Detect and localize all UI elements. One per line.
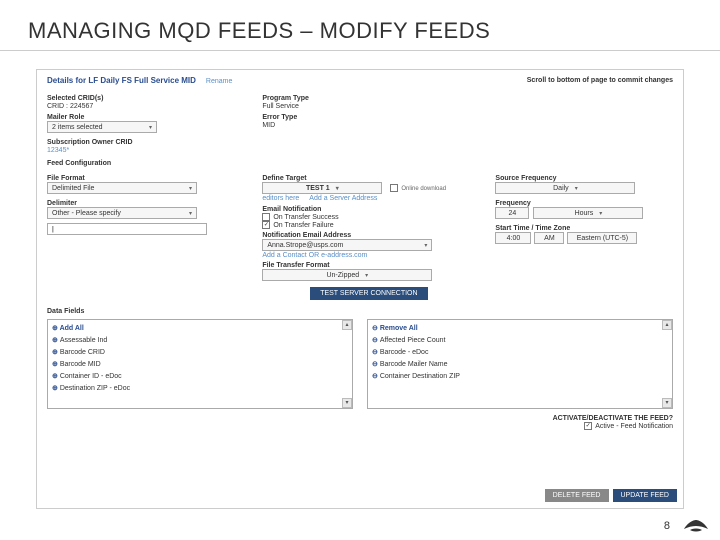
delimiter-label: Delimiter: [47, 200, 242, 207]
add-all-label: Add All: [60, 325, 84, 332]
list-item[interactable]: Barcode CRID: [52, 346, 348, 358]
activate-label: Active - Feed Notification: [595, 423, 673, 430]
file-transfer-format-dropdown[interactable]: Un-Zipped ▾: [262, 269, 432, 281]
source-freq-dropdown[interactable]: Daily ▾: [495, 182, 635, 194]
frequency-label: Frequency: [495, 200, 673, 207]
ampm-dropdown[interactable]: AM: [534, 232, 564, 244]
crid-value: CRID : 224567: [47, 103, 242, 110]
file-format-label: File Format: [47, 175, 242, 182]
ftf-value: Un-Zipped: [326, 272, 359, 279]
on-failure-checkbox[interactable]: ✓: [262, 221, 270, 229]
source-freq-value: Daily: [553, 185, 569, 192]
list-item[interactable]: Barcode - eDoc: [372, 346, 668, 358]
add-contact-link[interactable]: Add a Contact OR e-address.com: [262, 252, 475, 259]
slide-title: MANAGING MQD FEEDS – MODIFY FEEDS: [0, 0, 720, 51]
timezone-dropdown[interactable]: Eastern (UTC-5): [567, 232, 637, 244]
start-hour-value: 4:00: [507, 235, 521, 242]
list-item[interactable]: Container Destination ZIP: [372, 370, 668, 382]
scroll-up-icon[interactable]: ▴: [342, 320, 352, 330]
on-success-checkbox[interactable]: [262, 213, 270, 221]
program-type-value: Full Service: [262, 103, 457, 110]
panel-title: Details for LF Daily FS Full Service MID: [47, 76, 196, 85]
rename-link[interactable]: Rename: [206, 78, 232, 85]
frequency-unit-dropdown[interactable]: Hours ▾: [533, 207, 643, 219]
timezone-value: Eastern (UTC-5): [577, 235, 628, 242]
page-number: 8: [664, 520, 670, 532]
scroll-down-icon[interactable]: ▾: [662, 398, 672, 408]
target-value: TEST 1: [306, 185, 330, 192]
file-format-dropdown[interactable]: Delimited File ▾: [47, 182, 197, 194]
define-target-label: Define Target: [262, 175, 475, 182]
frequency-num-dropdown[interactable]: 24: [495, 207, 529, 219]
email-notif-label: Email Notification: [262, 206, 475, 213]
activate-question: ACTIVATE/DEACTIVATE THE FEED?: [47, 415, 673, 422]
chevron-down-icon: ▾: [599, 210, 602, 217]
chevron-down-icon: ▾: [149, 124, 152, 131]
frequency-unit-value: Hours: [575, 210, 594, 217]
source-freq-label: Source Frequency: [495, 175, 673, 182]
scroll-down-icon[interactable]: ▾: [342, 398, 352, 408]
list-item[interactable]: Assessable Ind: [52, 334, 348, 346]
start-hour-dropdown[interactable]: 4:00: [495, 232, 531, 244]
sub-owner-label: Subscription Owner CRID: [47, 139, 242, 146]
delimiter-dropdown[interactable]: Other - Please specify ▾: [47, 207, 197, 219]
target-dropdown[interactable]: TEST 1 ▾: [262, 182, 382, 194]
frequency-num-value: 24: [509, 210, 517, 217]
test-connection-button[interactable]: TEST SERVER CONNECTION: [310, 287, 427, 300]
selected-crid-label: Selected CRID(s): [47, 95, 242, 102]
activate-checkbox[interactable]: ✓: [584, 422, 592, 430]
chevron-down-icon: ▾: [575, 185, 578, 192]
online-download-label: Online download: [401, 186, 446, 192]
selected-fields-list: ▴ ▾ ⊖ Remove All Affected Piece Count Ba…: [367, 319, 673, 409]
online-download-checkbox[interactable]: [390, 184, 398, 192]
eagle-logo-icon: [682, 516, 710, 536]
feed-config-heading: Feed Configuration: [47, 160, 673, 167]
scroll-note: Scroll to bottom of page to commit chang…: [527, 77, 673, 84]
error-type-value: MID: [262, 122, 457, 129]
delete-feed-button[interactable]: DELETE FEED: [545, 489, 609, 502]
program-type-label: Program Type: [262, 95, 457, 102]
list-item[interactable]: Destination ZIP - eDoc: [52, 382, 348, 394]
scroll-up-icon[interactable]: ▴: [662, 320, 672, 330]
mailer-role-value: 2 items selected: [52, 124, 103, 131]
update-feed-button[interactable]: UPDATE FEED: [613, 489, 678, 502]
on-success-label: On Transfer Success: [273, 214, 338, 221]
edit-target-link[interactable]: editors here: [262, 195, 299, 202]
file-format-value: Delimited File: [52, 185, 94, 192]
chevron-down-icon: ▾: [365, 272, 368, 279]
list-item[interactable]: Barcode Mailer Name: [372, 358, 668, 370]
available-fields-list: ▴ ▾ ⊕ Add All Assessable Ind Barcode CRI…: [47, 319, 353, 409]
chevron-down-icon: ▾: [189, 210, 192, 217]
list-item[interactable]: Affected Piece Count: [372, 334, 668, 346]
list-item[interactable]: Container ID - eDoc: [52, 370, 348, 382]
on-failure-label: On Transfer Failure: [273, 222, 333, 229]
file-transfer-format-label: File Transfer Format: [262, 262, 475, 269]
remove-all-label: Remove All: [380, 325, 418, 332]
mailer-role-dropdown[interactable]: 2 items selected ▾: [47, 121, 157, 133]
add-server-link[interactable]: Add a Server Address: [309, 195, 377, 202]
delimiter-input[interactable]: [47, 223, 207, 235]
notif-addr-value: Anna.Strope@usps.com: [267, 242, 343, 249]
start-time-label: Start Time / Time Zone: [495, 225, 673, 232]
ampm-value: AM: [544, 235, 555, 242]
chevron-down-icon: ▾: [189, 185, 192, 192]
notif-addr-dropdown[interactable]: Anna.Strope@usps.com ▾: [262, 239, 432, 251]
delimiter-dd-value: Other - Please specify: [52, 210, 121, 217]
sub-owner-value[interactable]: 12345*: [47, 147, 242, 154]
remove-all-link[interactable]: ⊖ Remove All: [372, 322, 668, 334]
chevron-down-icon: ▾: [336, 185, 339, 192]
error-type-label: Error Type: [262, 114, 457, 121]
add-all-link[interactable]: ⊕ Add All: [52, 322, 348, 334]
notif-addr-label: Notification Email Address: [262, 232, 475, 239]
chevron-down-icon: ▾: [424, 242, 427, 249]
list-item[interactable]: Barcode MID: [52, 358, 348, 370]
details-panel: Details for LF Daily FS Full Service MID…: [36, 69, 684, 509]
mailer-role-label: Mailer Role: [47, 114, 242, 121]
data-fields-heading: Data Fields: [47, 308, 673, 315]
